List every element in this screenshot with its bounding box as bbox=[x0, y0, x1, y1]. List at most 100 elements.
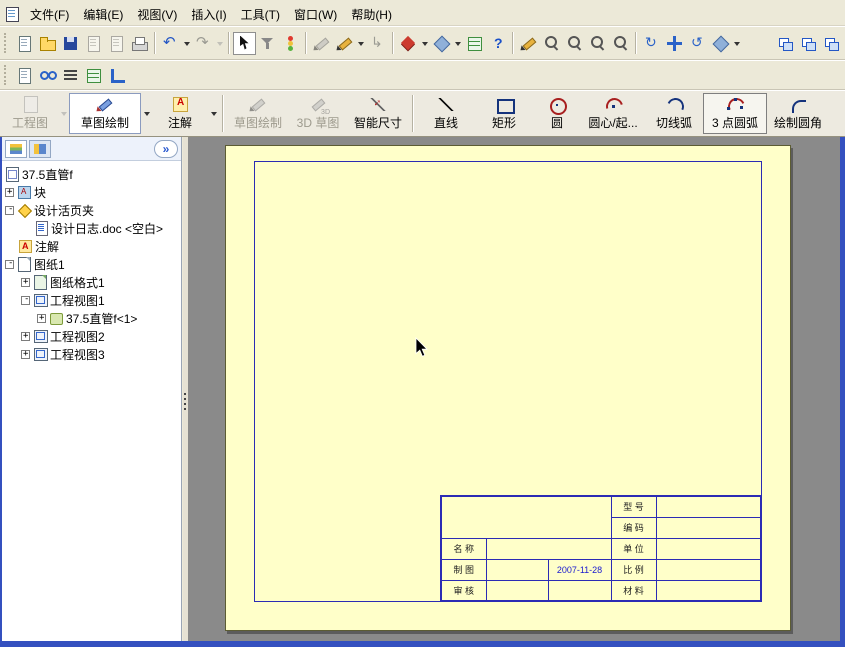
redo-button[interactable] bbox=[192, 32, 215, 55]
menu-tools[interactable]: 工具(T) bbox=[234, 4, 287, 25]
tree-item-drawing-view2[interactable]: 工程视图2 bbox=[2, 327, 181, 345]
redo-dropdown[interactable] bbox=[215, 32, 225, 55]
menu-file[interactable]: 文件(F) bbox=[23, 4, 76, 25]
tab-sketch[interactable]: 草图绘制 bbox=[69, 93, 141, 134]
menu-insert[interactable]: 插入(I) bbox=[184, 4, 233, 25]
graphics-area[interactable]: 型 号 编 码 名 称 单 位 制 图 2007-11-28 比 例 审 核 材… bbox=[188, 137, 840, 641]
expander-icon[interactable] bbox=[5, 259, 14, 269]
toolbar-grip[interactable] bbox=[4, 33, 9, 53]
undo-button[interactable] bbox=[159, 32, 182, 55]
rebuild-button[interactable] bbox=[640, 32, 663, 55]
edit-sketch-button[interactable] bbox=[310, 32, 333, 55]
print-button[interactable] bbox=[128, 32, 151, 55]
select-button[interactable] bbox=[233, 31, 256, 55]
zoom-to-selection-button[interactable] bbox=[609, 32, 632, 55]
menu-help[interactable]: 帮助(H) bbox=[344, 4, 399, 25]
expander-icon[interactable] bbox=[37, 313, 46, 323]
tab-drawing[interactable]: 工程图 bbox=[2, 93, 58, 134]
annotate-pen-button[interactable] bbox=[517, 32, 540, 55]
menu-view[interactable]: 视图(V) bbox=[130, 4, 184, 25]
exit-sketch-button[interactable] bbox=[366, 32, 389, 55]
expander-icon[interactable] bbox=[5, 187, 14, 197]
view-orientation-button[interactable] bbox=[430, 32, 453, 55]
expander-icon[interactable] bbox=[21, 349, 30, 359]
cascade-windows-button[interactable] bbox=[797, 32, 820, 55]
standard-views-dropdown[interactable] bbox=[420, 32, 430, 55]
tree-item-label: 工程视图1 bbox=[50, 293, 105, 308]
line-format-button[interactable] bbox=[59, 64, 82, 87]
tab-drawing-dropdown[interactable] bbox=[58, 93, 69, 134]
sketch-icon bbox=[248, 96, 268, 113]
rotate-view-button[interactable] bbox=[686, 32, 709, 55]
tool-smart-dimension[interactable]: 智能尺寸 bbox=[347, 93, 409, 134]
tree-item-design-journal[interactable]: 设计日志.doc <空白> bbox=[2, 219, 181, 237]
tool-sketch-fillet[interactable]: 绘制圆角 bbox=[767, 93, 829, 134]
tile-windows-button[interactable] bbox=[820, 32, 843, 55]
print-icon bbox=[131, 35, 148, 52]
tree-item-annotations[interactable]: 注解 bbox=[2, 237, 181, 255]
tool-rectangle[interactable]: 矩形 bbox=[475, 93, 533, 134]
sketch-button[interactable] bbox=[333, 32, 356, 55]
selection-filter-button[interactable] bbox=[256, 32, 279, 55]
sheet-icon bbox=[17, 257, 31, 272]
part-icon bbox=[49, 311, 63, 325]
tool-3d-sketch[interactable]: 3D 草图 bbox=[289, 93, 347, 134]
expander-icon[interactable] bbox=[21, 277, 30, 287]
drawing-sheet[interactable]: 型 号 编 码 名 称 单 位 制 图 2007-11-28 比 例 审 核 材… bbox=[225, 145, 791, 631]
table-button[interactable] bbox=[82, 64, 105, 87]
tree-item-design-binder[interactable]: 设计活页夹 bbox=[2, 201, 181, 219]
make-drawing-from-part-button[interactable] bbox=[82, 32, 105, 55]
new-window-button[interactable] bbox=[774, 32, 797, 55]
tree-item-blocks[interactable]: 块 bbox=[2, 183, 181, 201]
exit-sketch-icon bbox=[369, 34, 386, 52]
sketch-dropdown[interactable] bbox=[356, 32, 366, 55]
tool-circle[interactable]: 圆 bbox=[533, 93, 581, 134]
save-button[interactable] bbox=[59, 32, 82, 55]
zoom-in-out-button[interactable] bbox=[586, 32, 609, 55]
tool-label: 圆心/起... bbox=[588, 116, 638, 130]
tab-feature-manager[interactable] bbox=[5, 139, 27, 158]
display-states-button[interactable] bbox=[279, 32, 302, 55]
tab-sketch-dropdown[interactable] bbox=[141, 93, 152, 134]
datum-button[interactable] bbox=[105, 64, 128, 87]
view-orientation-dropdown[interactable] bbox=[453, 32, 463, 55]
chevron-down-icon bbox=[217, 41, 223, 49]
display-style-dropdown[interactable] bbox=[732, 32, 742, 55]
tree-item-drawing-view3[interactable]: 工程视图3 bbox=[2, 345, 181, 363]
new-document-button[interactable] bbox=[13, 32, 36, 55]
menu-window[interactable]: 窗口(W) bbox=[287, 4, 344, 25]
pan-button[interactable] bbox=[663, 32, 686, 55]
zoom-to-area-button[interactable] bbox=[563, 32, 586, 55]
undo-dropdown[interactable] bbox=[182, 32, 192, 55]
tree-item-root[interactable]: 37.5直管f bbox=[2, 165, 181, 183]
help-button[interactable] bbox=[486, 32, 509, 55]
tool-3-point-arc[interactable]: 3 点圆弧 bbox=[703, 93, 767, 134]
tool-sketch[interactable]: 草图绘制 bbox=[227, 93, 289, 134]
expander-icon[interactable] bbox=[21, 331, 30, 341]
expander-icon[interactable] bbox=[5, 205, 14, 215]
tree-item-sheet1[interactable]: 图纸1 bbox=[2, 255, 181, 273]
tree-item-drawing-view1[interactable]: 工程视图1 bbox=[2, 291, 181, 309]
panel-expand-button[interactable]: » bbox=[154, 139, 178, 158]
zoom-to-fit-button[interactable] bbox=[540, 32, 563, 55]
tree-item-sheet-format1[interactable]: 图纸格式1 bbox=[2, 273, 181, 291]
open-button[interactable] bbox=[36, 32, 59, 55]
make-assembly-from-part-button[interactable] bbox=[105, 32, 128, 55]
tab-annotation-dropdown[interactable] bbox=[208, 93, 219, 134]
tables-button[interactable] bbox=[463, 32, 486, 55]
tool-tangent-arc[interactable]: 切线弧 bbox=[645, 93, 703, 134]
tool-centerpoint-arc[interactable]: 圆心/起... bbox=[581, 93, 645, 134]
menu-edit[interactable]: 编辑(E) bbox=[76, 4, 130, 25]
standard-views-button[interactable] bbox=[397, 32, 420, 55]
toolbar-grip[interactable] bbox=[4, 65, 9, 85]
tab-property-manager[interactable] bbox=[29, 139, 51, 158]
view-palette-button[interactable] bbox=[36, 64, 59, 87]
expander-icon[interactable] bbox=[21, 295, 30, 305]
sheet-properties-icon bbox=[16, 67, 33, 84]
tree-item-part-ref[interactable]: 37.5直管f<1> bbox=[2, 309, 181, 327]
tab-annotation[interactable]: 注解 bbox=[152, 93, 208, 134]
sheet-properties-button[interactable] bbox=[13, 64, 36, 87]
solidworks-window: 文件(F) 编辑(E) 视图(V) 插入(I) 工具(T) 窗口(W) 帮助(H… bbox=[0, 0, 845, 647]
tool-line[interactable]: 直线 bbox=[417, 93, 475, 134]
display-style-button[interactable] bbox=[709, 32, 732, 55]
